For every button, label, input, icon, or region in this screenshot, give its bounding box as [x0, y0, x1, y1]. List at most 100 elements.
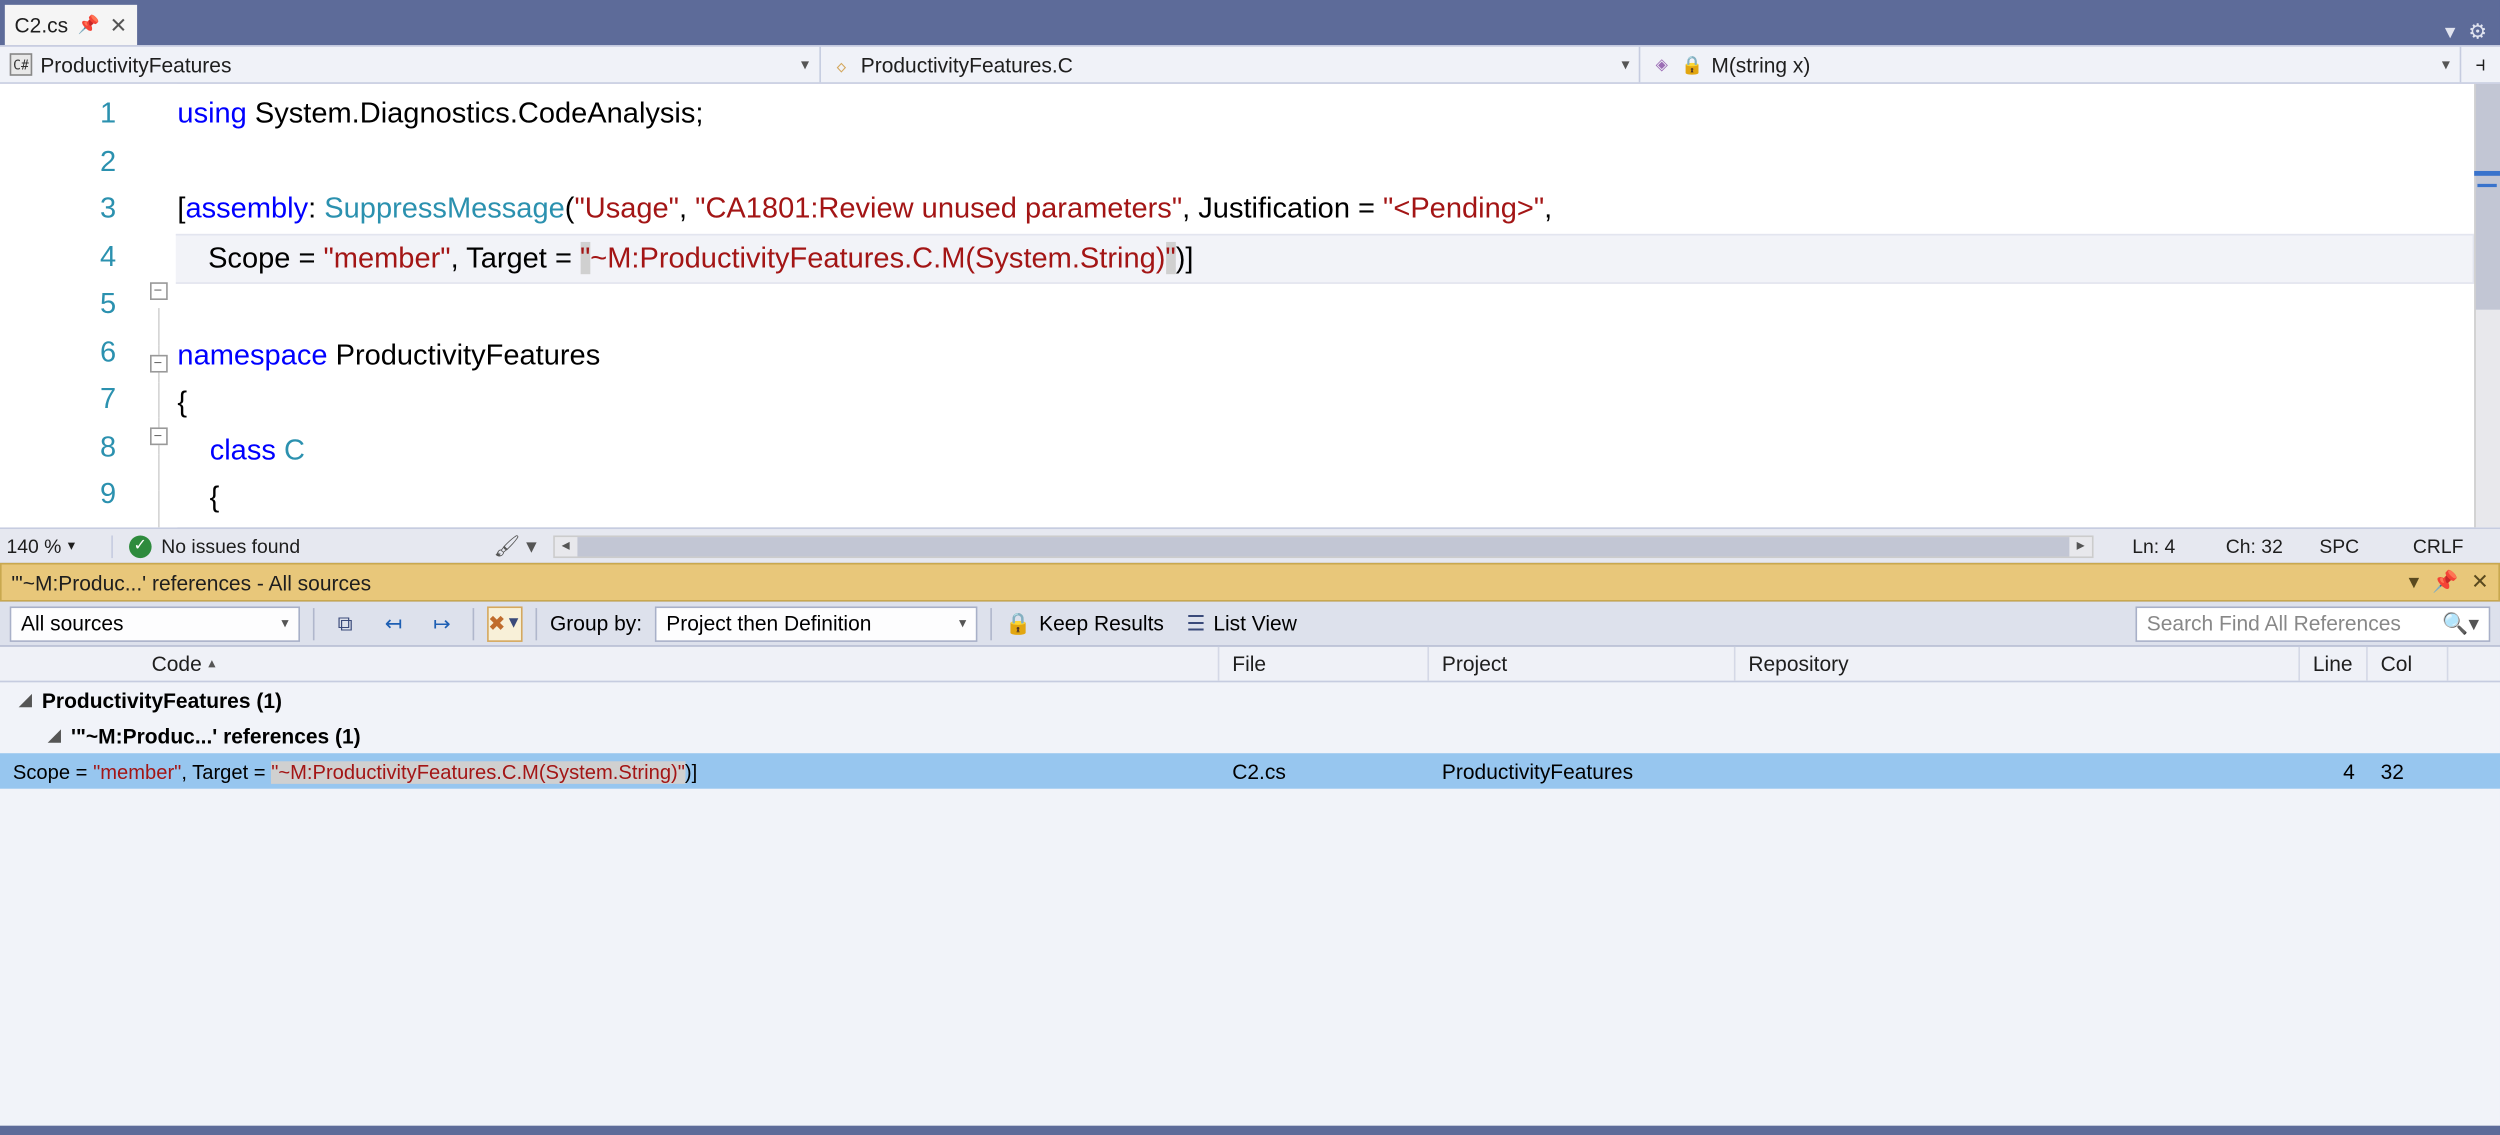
keep-results-label: Keep Results	[1039, 611, 1164, 635]
reference-result-row[interactable]: Scope = "member", Target = "~M:Productiv…	[0, 753, 2500, 788]
result-line: 4	[2300, 759, 2368, 783]
h-scrollbar[interactable]: ◂ ▸	[553, 535, 2094, 558]
line-ending[interactable]: CRLF	[2413, 535, 2478, 558]
col-project[interactable]: Project	[1429, 647, 1735, 681]
cursor-line: Ln: 4	[2132, 535, 2197, 558]
list-view-button[interactable]: ☰ List View	[1186, 610, 1296, 636]
csharp-icon: C#	[10, 53, 33, 76]
keep-results-button[interactable]: 🔒 Keep Results	[1005, 610, 1164, 636]
line-number-gutter: 1 2 3 4 5 6 7 8 9 10 11 12	[0, 84, 139, 528]
nav-type-label: ProductivityFeatures.C	[861, 52, 1073, 76]
tab-bar: C2.cs 📌 ✕ ▾ ⚙	[0, 0, 2500, 45]
references-columns: Code▴ File Project Repository Line Col	[0, 647, 2500, 682]
indent-mode[interactable]: SPC	[2319, 535, 2384, 558]
col-file[interactable]: File	[1219, 647, 1429, 681]
nav-scope-label: ProductivityFeatures	[40, 52, 231, 76]
result-col: 32	[2368, 759, 2449, 783]
lock-icon: 🔒	[1681, 54, 1703, 75]
list-view-label: List View	[1213, 611, 1297, 635]
code-editor[interactable]: 1 2 3 4 5 6 7 8 9 10 11 12 − − − using S…	[0, 84, 2500, 528]
cleanup-icon[interactable]: 🖌 ▾	[494, 533, 537, 559]
scroll-left-icon[interactable]: ◂	[554, 537, 577, 555]
references-search[interactable]: Search Find All References 🔍▾	[2135, 606, 2490, 641]
search-icon: 🔍▾	[2442, 610, 2479, 636]
dropdown-icon[interactable]: ▾	[2409, 569, 2420, 595]
line-num: 6	[0, 328, 116, 376]
check-icon: ✓	[129, 535, 152, 558]
group-label: ProductivityFeatures (1)	[42, 688, 282, 712]
fold-gutter: − − −	[139, 84, 178, 528]
expand-icon[interactable]: ◢	[19, 691, 35, 709]
method-icon: ◈	[1651, 53, 1674, 76]
editor-status-bar: 140 % ▾ ✓ No issues found 🖌 ▾ ◂ ▸ Ln: 4 …	[0, 527, 2500, 562]
tab-filename: C2.cs	[15, 13, 69, 37]
groupby-value: Project then Definition	[666, 611, 871, 635]
pin-icon[interactable]: 📌	[78, 15, 100, 36]
line-num: 10	[0, 519, 116, 528]
col-code[interactable]: Code▴	[139, 647, 1220, 681]
close-icon[interactable]: ✕	[2471, 569, 2489, 595]
line-num: 9	[0, 471, 116, 519]
group-row[interactable]: ◢ '"~M:Produc...' references (1)	[0, 718, 2500, 753]
chevron-down-icon: ▾	[1621, 56, 1629, 74]
references-panel-title: '"~M:Produc...' references - All sources…	[0, 563, 2500, 602]
file-tab[interactable]: C2.cs 📌 ✕	[5, 5, 137, 45]
fold-toggle[interactable]: −	[149, 427, 167, 445]
gear-icon[interactable]: ⚙	[2468, 19, 2487, 45]
groupby-dropdown[interactable]: Project then Definition ▾	[655, 606, 978, 641]
tab-tools: ▾ ⚙	[2432, 19, 2500, 45]
scroll-map[interactable]	[2474, 84, 2500, 528]
line-num: 3	[0, 185, 116, 233]
fold-toggle[interactable]: −	[149, 282, 167, 300]
expand-icon[interactable]: ◢	[48, 727, 64, 745]
source-filter-dropdown[interactable]: All sources ▾	[10, 606, 300, 641]
line-num: 5	[0, 281, 116, 329]
chevron-down-icon: ▾	[281, 615, 288, 633]
cursor-char: Ch: 32	[2226, 535, 2291, 558]
issues-indicator[interactable]: ✓ No issues found	[113, 535, 316, 558]
dropdown-icon[interactable]: ▾	[2445, 19, 2456, 45]
nav-breadcrumb: C# ProductivityFeatures ▾ 🝔 Productivity…	[0, 45, 2500, 84]
next-button[interactable]: ↦	[424, 606, 459, 641]
pin-icon[interactable]: 📌	[2432, 569, 2458, 595]
group-row[interactable]: ◢ ProductivityFeatures (1)	[0, 682, 2500, 717]
result-file: C2.cs	[1219, 759, 1429, 783]
line-num: 8	[0, 423, 116, 471]
col-line[interactable]: Line	[2300, 647, 2368, 681]
result-code: Scope = "member", Target = "~M:Productiv…	[0, 759, 1219, 783]
code-content[interactable]: using System.Diagnostics.CodeAnalysis; […	[177, 84, 2474, 528]
copy-button[interactable]: ⧉	[327, 606, 362, 641]
chevron-down-icon: ▾	[959, 615, 966, 633]
references-results: ◢ ProductivityFeatures (1) ◢ '"~M:Produc…	[0, 682, 2500, 1126]
lock-icon: 🔒	[1005, 610, 1031, 636]
nav-scope[interactable]: C# ProductivityFeatures ▾	[0, 47, 820, 82]
split-button[interactable]: ⫞	[2461, 47, 2500, 82]
list-icon: ☰	[1186, 610, 1205, 636]
chevron-down-icon: ▾	[68, 537, 75, 555]
fold-toggle[interactable]: −	[149, 355, 167, 373]
issues-text: No issues found	[161, 535, 300, 558]
groupby-label: Group by:	[550, 611, 642, 635]
group-label: '"~M:Produc...' references (1)	[71, 723, 361, 747]
scroll-right-icon[interactable]: ▸	[2069, 537, 2092, 555]
sort-asc-icon: ▴	[208, 655, 215, 673]
panel-title-text: '"~M:Produc...' references - All sources	[11, 570, 371, 594]
zoom-level: 140 %	[6, 535, 61, 558]
nav-member[interactable]: ◈ 🔒 M(string x) ▾	[1641, 47, 2461, 82]
line-num: 7	[0, 376, 116, 424]
line-num: 4	[0, 233, 116, 281]
filter-button[interactable]: ✖▼	[487, 606, 522, 641]
result-project: ProductivityFeatures	[1429, 759, 1735, 783]
col-col[interactable]: Col	[2368, 647, 2449, 681]
search-placeholder: Search Find All References	[2147, 611, 2401, 635]
zoom-dropdown[interactable]: 140 % ▾	[0, 535, 113, 558]
col-repository[interactable]: Repository	[1735, 647, 2300, 681]
source-filter-label: All sources	[21, 611, 124, 635]
prev-button[interactable]: ↤	[376, 606, 411, 641]
references-toolbar: All sources ▾ ⧉ ↤ ↦ ✖▼ Group by: Project…	[0, 602, 2500, 647]
close-icon[interactable]: ✕	[110, 12, 128, 38]
line-num: 1	[0, 90, 116, 138]
nav-type[interactable]: 🝔 ProductivityFeatures.C ▾	[820, 47, 1640, 82]
chevron-down-icon: ▾	[801, 56, 809, 74]
chevron-down-icon: ▾	[2442, 56, 2450, 74]
